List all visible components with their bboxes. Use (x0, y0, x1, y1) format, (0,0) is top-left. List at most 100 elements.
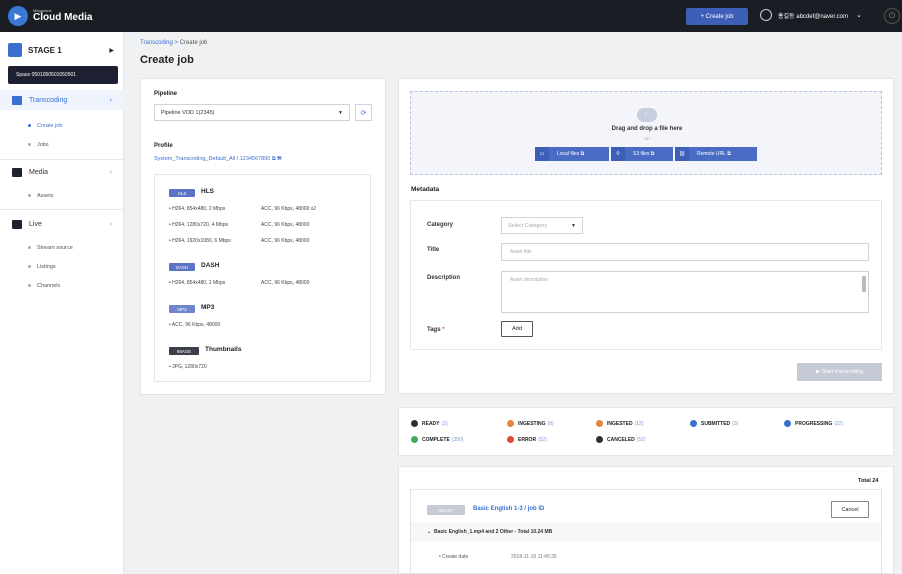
status-complete[interactable]: COMPLETE (350) (411, 436, 463, 443)
status-ingested[interactable]: INGESTED (12) (596, 420, 643, 427)
jobs-total: Total 24 (858, 478, 879, 484)
status-label: SUBMITTED (701, 420, 731, 427)
chevron-right-icon: › (109, 220, 112, 228)
bullet-icon (28, 265, 31, 268)
cancel-job-button[interactable]: Cancel (831, 501, 869, 518)
bullet-icon (28, 194, 31, 197)
metadata-form: Category Select Category ▼ Title Asset t… (410, 200, 882, 350)
status-count: (3) (732, 420, 739, 427)
breadcrumb-current: Create job (179, 40, 208, 46)
status-label: INGESTING (518, 420, 546, 427)
sidebar-item-listings[interactable]: Listings (0, 257, 124, 276)
profile-tag: HLS (169, 189, 195, 197)
logo[interactable]: ▶ Megazone Cloud Media (8, 6, 92, 26)
status-count: (22) (834, 420, 844, 427)
sidebar-item-label: Jobs (37, 141, 49, 148)
status-icon (596, 420, 603, 427)
breadcrumb-parent[interactable]: Transcoding (140, 40, 173, 46)
job-files-row[interactable]: ⌄ Basic English_1.mp4 and 2 Other - Tota… (411, 522, 881, 542)
status-submitted[interactable]: SUBMITTED (3) (690, 420, 738, 427)
spec-audio: • ACC, 96 Kbps, 48000 (169, 322, 221, 328)
status-label: COMPLETE (422, 436, 450, 443)
status-error[interactable]: ERROR (52) (507, 436, 547, 443)
spec-audio: ACC, 96 Kbps, 48000 (261, 238, 310, 244)
status-icon (690, 420, 697, 427)
live-icon (12, 219, 22, 229)
profile-link[interactable]: System_Transcoding_Default_All / 1234567… (154, 156, 281, 163)
nav-group-transcoding: Transcoding › Create job Jobs (0, 90, 124, 154)
caret-right-icon: ▶ (109, 47, 114, 54)
job-files-text: Basic English_1.mp4 and 2 Other - Total … (433, 529, 553, 535)
create-job-button[interactable]: + Create job (686, 8, 748, 25)
transcoding-icon (12, 95, 22, 105)
sidebar-item-label: Media (29, 168, 49, 176)
create-date-label: • Create date (439, 554, 469, 560)
status-canceled[interactable]: CANCELED (52) (596, 436, 646, 443)
sidebar-item-live[interactable]: Live › (0, 214, 124, 234)
tags-label-text: Tags (427, 327, 441, 333)
profile-name: DASH (201, 262, 220, 269)
job-title[interactable]: Basic English 1-3 / job ID (473, 506, 544, 512)
sidebar-item-label: Listings (37, 263, 56, 270)
sidebar-item-transcoding[interactable]: Transcoding › (0, 90, 124, 110)
status-progressing[interactable]: PROGRESSING (22) (784, 420, 843, 427)
spec-video: • H264, 854x480, 2 Mbps (169, 280, 226, 286)
add-tag-button[interactable]: Add (501, 321, 533, 337)
s3-files-button[interactable]: ⚲ S3 files ⧉ (611, 147, 673, 161)
sidebar-item-assets[interactable]: Assets (0, 186, 124, 205)
category-select[interactable]: Select Category ▼ (501, 217, 583, 234)
upload-arrow-icon: ↑ (644, 112, 648, 119)
status-count: (12) (634, 420, 644, 427)
pipeline-select[interactable]: Pipeline VOD 1(2345) ▼ (154, 104, 350, 121)
job-status-badge: READY (427, 505, 465, 515)
sidebar-item-jobs[interactable]: Jobs (0, 135, 124, 154)
bullet-icon (28, 284, 31, 287)
description-textarea[interactable]: Asset description (501, 271, 869, 313)
nav-group-media: Media › Assets (0, 162, 124, 205)
media-icon (12, 167, 22, 177)
button-label: Local files (557, 151, 580, 157)
file-dropzone[interactable]: ↑ Drag and drop a file here - or - ▭ Loc… (410, 91, 882, 175)
remote-url-button[interactable]: ⛓ Remote URL ⧉ (675, 147, 757, 161)
profile-name: Thumbnails (205, 346, 242, 353)
profile-name: HLS (201, 188, 214, 195)
stage-selector[interactable]: STAGE 1 ▶ (8, 40, 118, 60)
textarea-scrollbar[interactable] (862, 276, 866, 292)
user-menu[interactable]: 홍길동 abcdef@naver.com ⌄ (760, 9, 862, 21)
spec-video: • H264, 1280x720, 4 Mbps (169, 222, 229, 228)
sidebar-item-stream-source[interactable]: Stream source (0, 238, 124, 257)
stage-label: STAGE 1 (28, 45, 62, 55)
profile-tag: IMAGE (169, 347, 199, 355)
sidebar-item-create-job[interactable]: Create job (0, 116, 124, 135)
drag-drop-text: Drag and drop a file here (611, 126, 683, 132)
profile-label: Profile (154, 143, 173, 149)
status-ingesting[interactable]: INGESTING (8) (507, 420, 554, 427)
status-ready[interactable]: READY (2) (411, 420, 448, 427)
profile-details: HLS HLS • H264, 854x480, 2 Mbps ACC, 96 … (154, 174, 371, 382)
status-icon (596, 436, 603, 443)
chevron-down-icon: ⌄ (856, 12, 862, 19)
required-mark: * (442, 327, 445, 333)
bullet-icon (28, 124, 31, 127)
refresh-button[interactable]: ⟳ (355, 104, 372, 121)
power-icon[interactable]: ⏻ (884, 8, 900, 24)
status-icon (411, 420, 418, 427)
button-label: S3 files (633, 151, 650, 157)
local-files-button[interactable]: ▭ Local files ⧉ (535, 147, 609, 161)
start-transcoding-button[interactable]: ▶ Start transcoding (797, 363, 882, 381)
spec-video: • H264, 1920x1080, 6 Mbps (169, 238, 231, 244)
caret-down-icon: ▼ (571, 222, 576, 229)
sidebar-item-channels[interactable]: Channels (0, 276, 124, 295)
profile-link-text: System_Transcoding_Default_All / 1234567… (154, 156, 271, 162)
refresh-icon: ⟳ (360, 109, 367, 117)
description-label: Description (427, 275, 461, 281)
status-count: (52) (538, 436, 547, 443)
title-input[interactable]: Asset title (501, 243, 869, 261)
space-id[interactable]: Space 0501050501050501 (8, 66, 118, 84)
sidebar-item-media[interactable]: Media › (0, 162, 124, 182)
nav-group-live: Live › Stream source Listings Channels (0, 214, 124, 295)
status-icon (507, 420, 514, 427)
sidebar: STAGE 1 ▶ Space 0501050501050501 Transco… (0, 32, 124, 574)
spec-video: • H264, 854x480, 2 Mbps (169, 206, 226, 212)
spec-audio: ACC, 96 Kbps, 48000 (261, 280, 310, 286)
